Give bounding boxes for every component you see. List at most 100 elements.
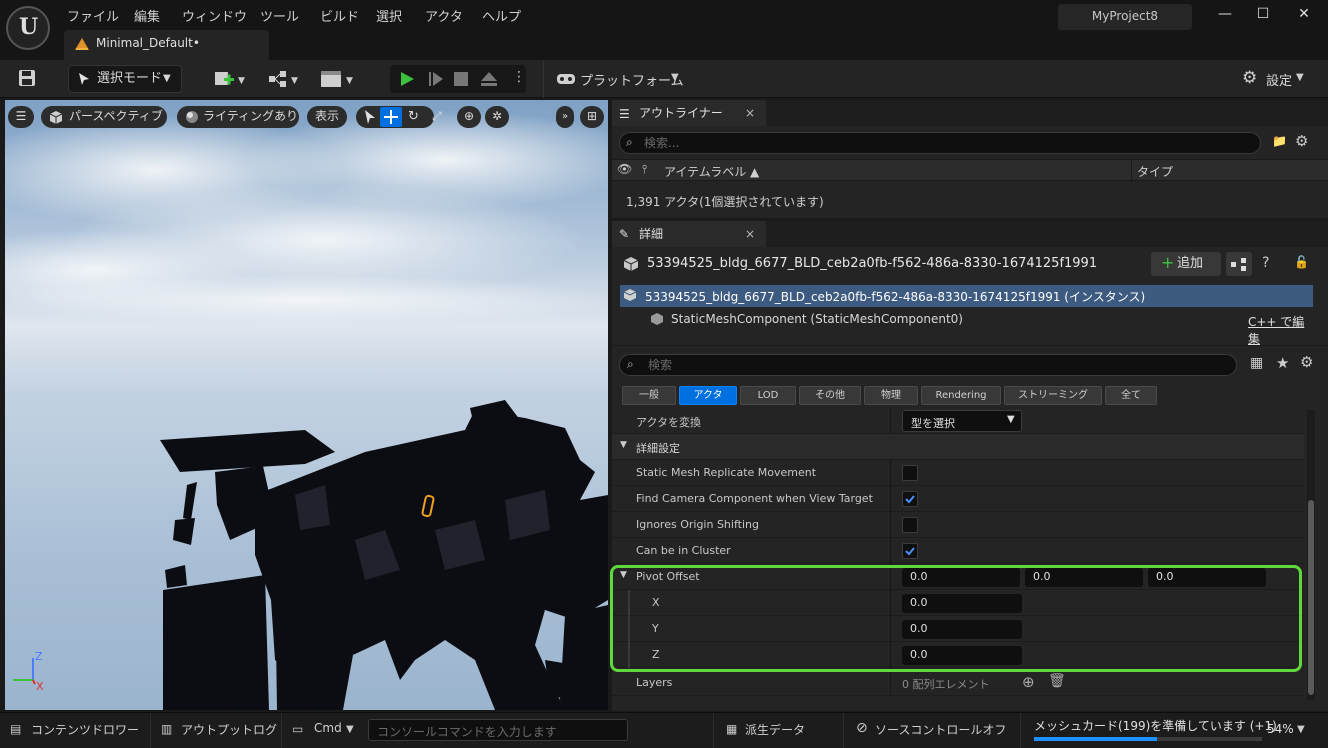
unreal-logo-icon[interactable]: U [6,6,50,50]
save-icon[interactable] [18,69,36,87]
select-cursor-icon[interactable] [363,109,377,125]
column-type[interactable]: タイプ [1137,163,1173,180]
static-mesh-replicate-checkbox[interactable] [902,465,918,481]
play-icon[interactable] [399,71,415,87]
category-actor[interactable]: アクタ [679,386,737,405]
show-button[interactable]: 表示 [307,106,347,128]
settings-button[interactable]: 設定 [1266,70,1292,89]
table-view-icon[interactable]: ▦ [1250,355,1263,371]
convert-actor-dropdown[interactable]: 型を選択 ▼ [902,410,1022,432]
blueprint-convert-icon[interactable] [1226,252,1252,276]
skip-icon[interactable] [428,71,444,87]
derived-data-button[interactable]: 派生データ [745,721,805,738]
column-divider [890,486,891,512]
menu-actor[interactable]: アクタ [425,6,463,25]
convert-actor-value: 型を選択 [911,417,955,430]
menu-edit[interactable]: 編集 [134,6,160,25]
add-element-icon[interactable]: ⊕ [1022,673,1035,691]
category-general[interactable]: 一般 [622,386,676,405]
pin-icon[interactable]: ⫯ [642,162,647,177]
component-row[interactable]: StaticMeshComponent (StaticMeshComponent… [620,309,1313,346]
perspective-button[interactable]: パースペクティブ [41,106,167,128]
static-mesh-replicate-label: Static Mesh Replicate Movement [636,466,817,479]
instance-row[interactable]: 53394525_bldg_6677_BLD_ceb2a0fb-f562-486… [620,285,1313,307]
visibility-eye-icon[interactable]: 👁 [617,162,632,176]
output-log-button[interactable]: アウトプットログ [181,721,277,738]
gear-icon[interactable]: ⚙ [1242,68,1257,88]
close-tab-icon[interactable]: × [745,100,755,126]
menu-build[interactable]: ビルド [320,6,359,25]
level-tab[interactable]: Minimal_Default• [64,30,269,60]
cmd-dropdown[interactable]: Cmd [314,721,342,735]
stop-icon[interactable] [454,72,468,86]
gear-icon[interactable]: ⚙ [1295,132,1308,150]
column-divider [1131,160,1132,182]
gear-icon[interactable]: ⚙ [1300,353,1313,371]
expand-chevron-icon[interactable]: » [556,106,574,128]
column-divider [890,408,891,434]
console-input[interactable]: コンソールコマンドを入力します [368,719,628,741]
progress-fill [1034,737,1158,741]
outliner-search-input[interactable]: ⌕ 検索... [619,132,1261,154]
rotate-tool-icon[interactable]: ↻ [408,109,419,124]
can-be-cluster-checkbox[interactable] [902,543,918,559]
eject-icon[interactable] [480,71,498,87]
tab-outliner[interactable]: ☰ アウトライナー × [612,100,766,126]
tab-details[interactable]: ✎ 詳細 × [612,221,766,247]
more-options-icon[interactable]: ⋮ [512,69,526,85]
category-other[interactable]: その他 [799,386,861,405]
scale-tool-icon[interactable]: ⤢ [432,109,442,124]
lock-icon[interactable]: 🔓 [1294,255,1309,269]
category-physics[interactable]: 物理 [864,386,918,405]
trash-icon[interactable]: 🗑 [1048,673,1066,689]
ignores-origin-label: Ignores Origin Shifting [636,518,759,531]
svg-text:▼: ▼ [346,76,353,86]
level-viewport[interactable]: Z X ☰ パースペクティブ ライティングあり 表示 ↻ ⤢ ⊕ ✲ » ⊞ [5,100,608,710]
menu-window[interactable]: ウィンドウ [182,6,247,25]
console-icon: ▭ [292,722,304,736]
category-lod[interactable]: LOD [740,386,796,405]
section-advanced[interactable]: ▼ 詳細設定 [612,434,1304,460]
menu-file[interactable]: ファイル [67,6,119,25]
content-drawer-button[interactable]: コンテンツドロワー [31,721,139,738]
source-control-button[interactable]: ソースコントロールオフ [875,721,1006,738]
chevron-down-icon[interactable]: ▼ [1297,724,1305,735]
snap-icon[interactable]: ✲ [485,106,509,128]
menu-select[interactable]: 選択 [376,6,402,25]
find-camera-checkbox[interactable] [902,491,918,507]
property-row-convert-actor: アクタを変換 型を選択 ▼ [612,408,1304,434]
status-divider [713,713,714,748]
add-component-button[interactable]: + 追加 [1151,252,1221,276]
move-tool-icon[interactable] [380,107,402,127]
hamburger-menu-icon[interactable]: ☰ [8,106,34,128]
close-window-icon[interactable]: ✕ [1289,6,1319,22]
details-scrollbar-thumb[interactable] [1308,500,1314,695]
category-rendering[interactable]: Rendering [921,386,1001,405]
minimize-icon[interactable]: — [1210,6,1240,22]
help-icon[interactable]: ? [1262,255,1269,271]
category-all[interactable]: 全て [1105,386,1157,405]
title-bar: U ファイル 編集 ウィンドウ ツール ビルド 選択 アクタ ヘルプ Minim… [0,0,1328,60]
lighting-button[interactable]: ライティングあり [177,106,299,128]
platform-button[interactable]: プラットフォーム [580,70,684,89]
category-streaming[interactable]: ストリーミング [1004,386,1102,405]
cinematics-icon[interactable]: ▼ [320,69,358,89]
project-name: MyProject8 [1058,4,1192,30]
blueprint-icon[interactable]: ▼ [268,69,302,89]
star-icon[interactable]: ★ [1276,354,1289,372]
select-mode-button[interactable]: 選択モード ▼ [68,65,182,93]
find-camera-label: Find Camera Component when View Target [636,492,873,505]
details-search-input[interactable]: ⌕ 検索 [619,354,1237,376]
checkmark-icon [905,495,915,504]
ignores-origin-checkbox[interactable] [902,517,918,533]
layout-grid-icon[interactable]: ⊞ [580,106,604,128]
maximize-icon[interactable]: ☐ [1248,6,1278,22]
column-item-label[interactable]: アイテムラベル ▲ [664,163,759,180]
globe-icon[interactable]: ⊕ [457,106,481,128]
add-actor-icon[interactable]: ▼ [214,69,248,89]
menu-tools[interactable]: ツール [260,6,299,25]
add-folder-icon[interactable]: 📁 [1272,134,1287,148]
close-tab-icon[interactable]: × [745,221,755,247]
cpp-edit-link[interactable]: C++ で編集 [1248,313,1313,347]
menu-help[interactable]: ヘルプ [482,6,521,25]
